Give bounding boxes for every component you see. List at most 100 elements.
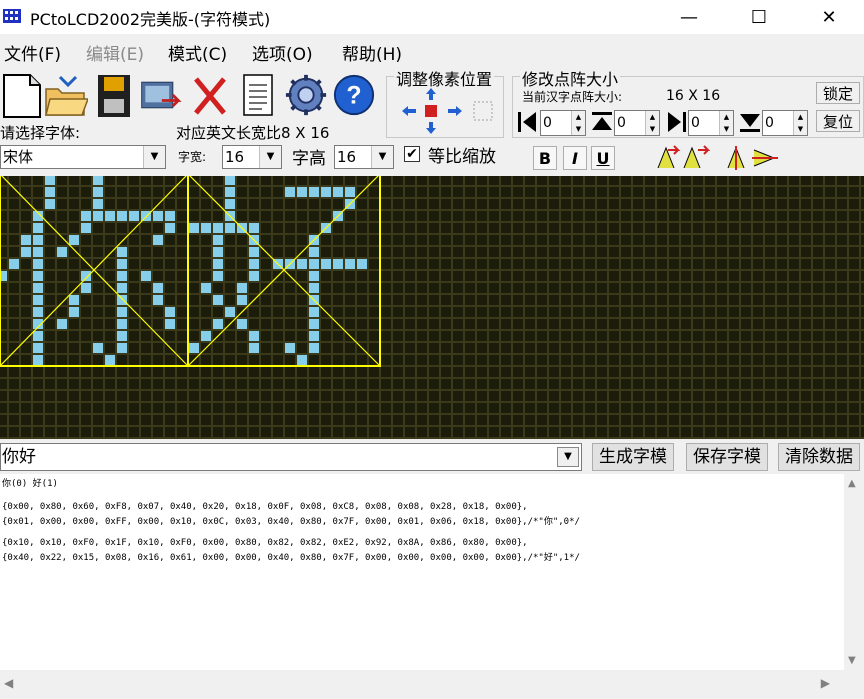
pixel-cell[interactable] — [441, 391, 451, 401]
pixel-cell[interactable] — [825, 427, 835, 437]
pixel-cell[interactable] — [525, 355, 535, 365]
pixel-cell[interactable] — [69, 367, 79, 377]
pixel-cell[interactable] — [393, 271, 403, 281]
pixel-on[interactable] — [345, 259, 355, 269]
pixel-cell[interactable] — [177, 295, 187, 305]
pixel-cell[interactable] — [789, 247, 799, 257]
pixel-cell[interactable] — [165, 367, 175, 377]
pixel-cell[interactable] — [273, 199, 283, 209]
pixel-cell[interactable] — [189, 367, 199, 377]
pixel-cell[interactable] — [177, 427, 187, 437]
pixel-on[interactable] — [213, 247, 223, 257]
pixel-cell[interactable] — [561, 403, 571, 413]
pixel-cell[interactable] — [777, 427, 787, 437]
pixel-cell[interactable] — [669, 187, 679, 197]
pixel-cell[interactable] — [597, 271, 607, 281]
pixel-cell[interactable] — [681, 199, 691, 209]
pixel-cell[interactable] — [129, 415, 139, 425]
pixel-cell[interactable] — [825, 235, 835, 245]
pixel-cell[interactable] — [105, 176, 115, 185]
pixel-cell[interactable] — [801, 235, 811, 245]
pixel-cell[interactable] — [609, 367, 619, 377]
pixel-cell[interactable] — [165, 415, 175, 425]
pixel-cell[interactable] — [33, 415, 43, 425]
pixel-on[interactable] — [225, 307, 235, 317]
pixel-cell[interactable] — [729, 331, 739, 341]
pixel-cell[interactable] — [393, 319, 403, 329]
pixel-cell[interactable] — [501, 235, 511, 245]
pixel-cell[interactable] — [693, 271, 703, 281]
pixel-cell[interactable] — [297, 415, 307, 425]
pixel-on[interactable] — [57, 247, 67, 257]
pixel-cell[interactable] — [513, 295, 523, 305]
pixel-cell[interactable] — [657, 187, 667, 197]
pixel-cell[interactable] — [93, 427, 103, 437]
pixel-cell[interactable] — [201, 379, 211, 389]
pixel-on[interactable] — [249, 223, 259, 233]
pixel-on[interactable] — [33, 355, 43, 365]
pixel-cell[interactable] — [513, 235, 523, 245]
pixel-cell[interactable] — [453, 379, 463, 389]
pixel-cell[interactable] — [237, 211, 247, 221]
pixel-cell[interactable] — [369, 343, 379, 353]
pixel-cell[interactable] — [369, 211, 379, 221]
pixel-cell[interactable] — [729, 295, 739, 305]
pixel-cell[interactable] — [693, 403, 703, 413]
pixel-cell[interactable] — [57, 415, 67, 425]
pixel-cell[interactable] — [357, 271, 367, 281]
pixel-cell[interactable] — [705, 343, 715, 353]
pixel-cell[interactable] — [597, 367, 607, 377]
pixel-cell[interactable] — [681, 235, 691, 245]
pixel-cell[interactable] — [549, 367, 559, 377]
pixel-on[interactable] — [225, 176, 235, 185]
pixel-cell[interactable] — [129, 331, 139, 341]
pixel-cell[interactable] — [621, 295, 631, 305]
pixel-cell[interactable] — [153, 247, 163, 257]
pixel-cell[interactable] — [825, 187, 835, 197]
pixel-cell[interactable] — [465, 343, 475, 353]
pixel-cell[interactable] — [153, 355, 163, 365]
pixel-cell[interactable] — [369, 379, 379, 389]
pixel-cell[interactable] — [585, 367, 595, 377]
pixel-cell[interactable] — [777, 259, 787, 269]
pixel-cell[interactable] — [393, 415, 403, 425]
pixel-on[interactable] — [309, 187, 319, 197]
pixel-on[interactable] — [213, 295, 223, 305]
pixel-cell[interactable] — [741, 379, 751, 389]
pixel-cell[interactable] — [273, 379, 283, 389]
pixel-on[interactable] — [165, 223, 175, 233]
pixel-cell[interactable] — [537, 415, 547, 425]
pixel-cell[interactable] — [381, 427, 391, 437]
pixel-cell[interactable] — [81, 247, 91, 257]
pixel-cell[interactable] — [105, 307, 115, 317]
proportional-checkbox[interactable]: ✔ — [404, 146, 420, 162]
pixel-cell[interactable] — [813, 199, 823, 209]
pixel-cell[interactable] — [189, 235, 199, 245]
pixel-cell[interactable] — [837, 283, 847, 293]
pixel-cell[interactable] — [0, 295, 7, 305]
pixel-cell[interactable] — [789, 379, 799, 389]
pixel-cell[interactable] — [825, 331, 835, 341]
pixel-on[interactable] — [237, 283, 247, 293]
pixel-cell[interactable] — [417, 187, 427, 197]
pixel-cell[interactable] — [345, 176, 355, 185]
pixel-cell[interactable] — [585, 415, 595, 425]
pixel-cell[interactable] — [381, 307, 391, 317]
pixel-cell[interactable] — [525, 415, 535, 425]
pixel-cell[interactable] — [825, 379, 835, 389]
pixel-cell[interactable] — [825, 355, 835, 365]
pixel-on[interactable] — [309, 247, 319, 257]
pixel-cell[interactable] — [633, 415, 643, 425]
pixel-cell[interactable] — [453, 427, 463, 437]
scroll-left-icon[interactable]: ◀ — [4, 676, 13, 690]
pixel-cell[interactable] — [501, 223, 511, 233]
pixel-cell[interactable] — [141, 283, 151, 293]
pixel-cell[interactable] — [357, 391, 367, 401]
pixel-cell[interactable] — [801, 259, 811, 269]
pixel-cell[interactable] — [513, 343, 523, 353]
pixel-cell[interactable] — [549, 259, 559, 269]
pixel-cell[interactable] — [297, 427, 307, 437]
pixel-cell[interactable] — [729, 307, 739, 317]
pixel-cell[interactable] — [741, 319, 751, 329]
pixel-cell[interactable] — [297, 176, 307, 185]
